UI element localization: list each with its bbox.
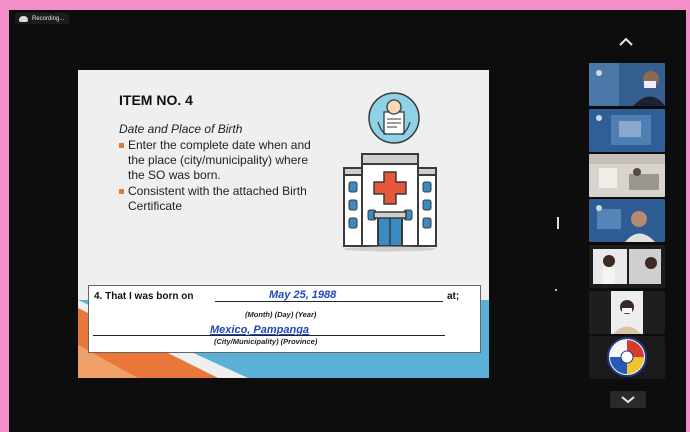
pointer-dot <box>555 289 557 291</box>
hospital-icon <box>343 153 437 252</box>
participant-video-tile[interactable] <box>589 63 665 106</box>
slide-bullets: Enter the complete date when and the pla… <box>119 138 319 215</box>
recording-label: Recording... <box>32 15 65 22</box>
birth-place-value: Mexico, Pampanga <box>210 324 310 336</box>
participant-video-tile[interactable] <box>589 245 665 288</box>
scroll-down-button[interactable] <box>610 391 646 408</box>
text-cursor <box>557 217 559 229</box>
participant-video-tile[interactable] <box>589 199 665 242</box>
participant-avatar-video <box>589 154 665 197</box>
birth-form-excerpt: 4. That I was born on May 25, 1988 at; (… <box>88 285 481 353</box>
recording-indicator[interactable]: Recording... <box>15 13 70 24</box>
cloud-icon <box>19 15 28 22</box>
place-caption: (City/Municipality) (Province) <box>214 337 318 346</box>
participant-avatar-video <box>589 63 665 106</box>
slide-title: ITEM NO. 4 <box>119 92 193 108</box>
chevron-down-icon <box>621 396 635 404</box>
participant-avatar-video <box>589 245 665 288</box>
birth-certificate-icon <box>368 92 420 144</box>
participant-logo-tile <box>589 336 665 379</box>
bullet-item: Consistent with the attached Birth Certi… <box>119 184 319 214</box>
participant-avatar-video <box>589 109 665 152</box>
bullet-item: Enter the complete date when and the pla… <box>119 138 319 183</box>
participant-avatar-video <box>589 199 665 242</box>
birth-date-value: May 25, 1988 <box>269 289 337 301</box>
participant-video-tile[interactable] <box>589 154 665 197</box>
participant-avatar-video <box>589 291 665 334</box>
chevron-up-icon[interactable] <box>617 34 635 48</box>
participant-video-tile[interactable] <box>589 291 665 334</box>
slide-subtitle: Date and Place of Birth <box>119 122 243 136</box>
form-at-label: at; <box>447 291 460 302</box>
participant-video-tile[interactable] <box>589 336 665 379</box>
date-caption: (Month) (Day) (Year) <box>245 310 317 319</box>
participant-video-tile[interactable] <box>589 109 665 152</box>
form-line1-label: 4. That I was born on <box>94 291 194 302</box>
shared-screen-slide: ITEM NO. 4 Date and Place of Birth Enter… <box>78 70 489 378</box>
meeting-window: Recording... ITEM NO. 4 Date and Place o… <box>9 10 686 432</box>
form-underline <box>215 301 443 302</box>
